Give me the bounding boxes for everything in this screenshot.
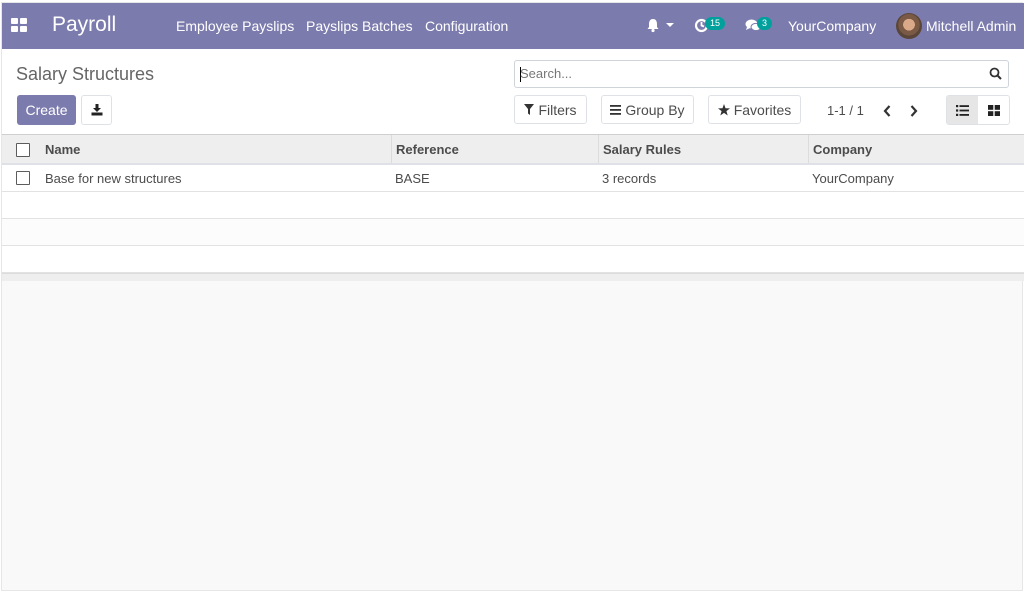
company-switcher[interactable]: YourCompany [788,18,876,34]
select-all-checkbox[interactable] [16,143,30,157]
cell-company: YourCompany [812,170,894,186]
activity-count-badge: 15 [705,17,726,30]
create-button[interactable]: Create [17,95,76,125]
kanban-icon [987,104,1000,116]
apps-menu-icon[interactable] [11,18,27,32]
chevron-left-icon [883,105,891,117]
search-icon[interactable] [989,67,1002,80]
column-header-salary-rules[interactable]: Salary Rules [598,135,808,163]
list-icon [956,104,969,116]
group-by-label: Group By [625,101,685,118]
control-panel: Salary Structures Create Filters Group B… [2,49,1024,135]
kanban-view-button[interactable] [978,96,1009,124]
table-header: Name Reference Salary Rules Company [2,135,1024,165]
table-footer [2,273,1024,281]
list-view-button[interactable] [947,96,978,124]
empty-row [2,192,1024,219]
column-header-company[interactable]: Company [808,135,1024,163]
search-box[interactable] [514,60,1009,88]
cell-salary-rules: 3 records [602,170,657,186]
column-header-name[interactable]: Name [41,135,391,163]
message-count-badge: 3 [757,17,773,30]
app-window: Payroll Employee Payslips Payslips Batch… [1,2,1024,591]
top-navbar: Payroll Employee Payslips Payslips Batch… [2,3,1024,49]
column-header-reference[interactable]: Reference [391,135,598,163]
menu-employee-payslips[interactable]: Employee Payslips [176,18,294,34]
pager-next-button[interactable] [907,103,921,119]
download-icon [91,104,102,116]
user-menu[interactable]: Mitchell Admin [926,18,1016,34]
empty-row [2,246,1024,273]
chevron-right-icon [910,105,918,117]
pager-value[interactable]: 1-1 / 1 [827,103,864,118]
bars-icon [610,104,622,115]
pager-previous-button[interactable] [880,103,894,119]
favorites-label: Favorites [733,101,792,118]
filter-icon [524,104,535,115]
caret-down-icon [666,23,674,27]
download-button[interactable] [81,95,112,125]
table-row[interactable]: Base for new structures BASE 3 records Y… [2,165,1024,192]
filters-button[interactable]: Filters [514,95,587,124]
app-name[interactable]: Payroll [52,13,116,37]
search-input[interactable] [520,66,980,81]
salary-structures-table: Name Reference Salary Rules Company Base… [2,135,1024,281]
favorites-button[interactable]: Favorites [708,95,801,124]
cell-name: Base for new structures [45,170,182,186]
bell-icon [647,19,659,33]
view-switcher [946,95,1010,125]
group-by-button[interactable]: Group By [601,95,694,124]
cell-reference: BASE [395,170,430,186]
filters-label: Filters [538,101,577,118]
user-avatar[interactable] [896,13,922,39]
empty-row [2,219,1024,246]
page-title: Salary Structures [16,64,155,84]
row-checkbox[interactable] [16,171,30,185]
star-icon [717,103,730,115]
notifications-dropdown[interactable] [646,17,676,37]
menu-payslips-batches[interactable]: Payslips Batches [306,18,413,34]
menu-configuration[interactable]: Configuration [425,18,508,34]
